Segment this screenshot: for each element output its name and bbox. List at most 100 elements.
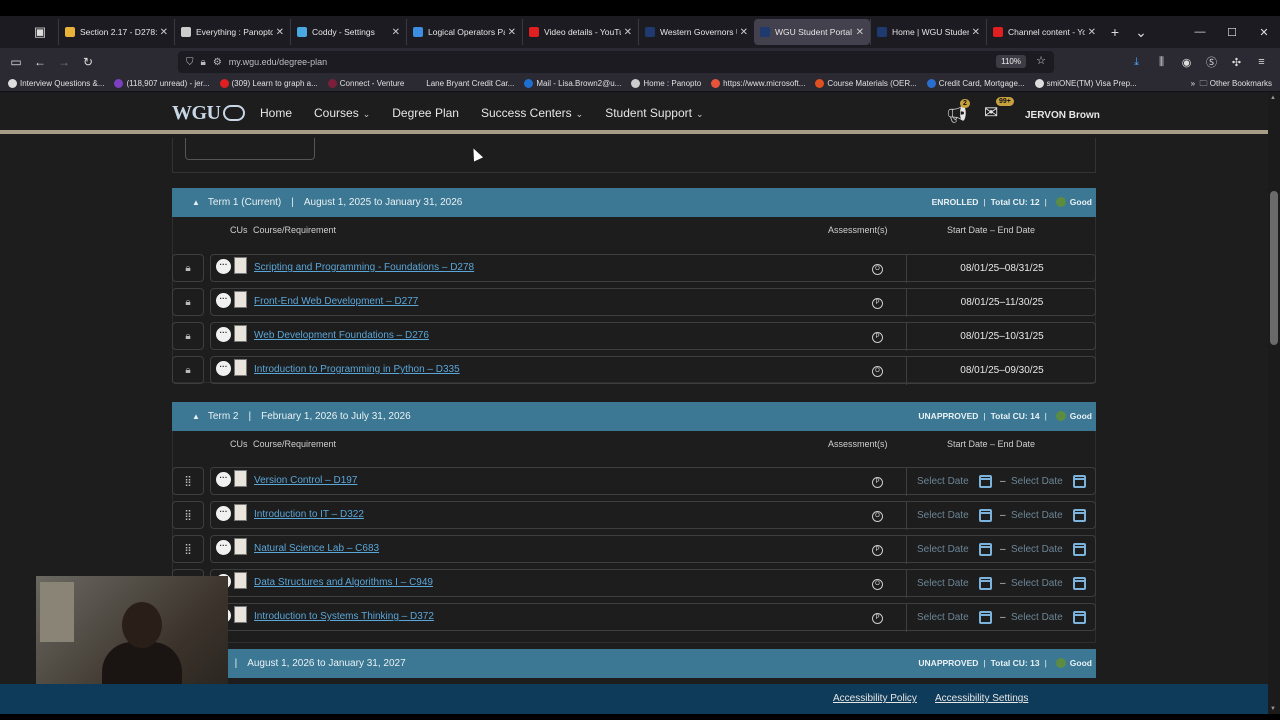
accessibility-settings-link[interactable]: Accessibility Settings [935, 693, 1028, 704]
permissions-icon[interactable]: ⚙︎ [213, 57, 222, 68]
bookmark-star-icon[interactable]: ☆ [1036, 54, 1046, 67]
term-header[interactable]: ▲ Term 1 (Current) | August 1, 2025 to J… [172, 188, 1096, 217]
more-icon[interactable]: ··· [216, 259, 231, 274]
address-bar[interactable]: ⛉ 🔒︎ ⚙︎ my.wgu.edu/degree-plan 110% ☆ [178, 51, 1054, 73]
bookmark-icon[interactable] [234, 538, 247, 555]
bookmark-item[interactable]: Course Materials (OER... [815, 79, 917, 88]
tab-close-icon[interactable]: ✕ [276, 27, 284, 38]
calendar-icon[interactable] [1073, 543, 1086, 556]
tab-close-icon[interactable]: ✕ [972, 27, 980, 38]
bookmark-item[interactable]: Connect - Venture [327, 79, 404, 88]
bookmark-item[interactable]: smiONE(TM) Visa Prep... [1034, 79, 1137, 88]
shield-icon[interactable]: ⛉ [186, 57, 194, 68]
more-icon[interactable]: ··· [216, 293, 231, 308]
bookmark-item[interactable]: Mail - Lisa.Brown2@u... [524, 79, 621, 88]
drag-handle-icon[interactable]: ⣿ [172, 535, 204, 563]
sidebar-toggle-icon[interactable]: ▭ [4, 55, 28, 69]
collapse-caret-icon[interactable]: ▲ [192, 412, 200, 421]
start-date-input[interactable]: Select Date [917, 570, 969, 597]
bookmark-icon[interactable] [234, 325, 247, 342]
browser-tab[interactable]: Home | WGU Student ✕ [870, 19, 986, 45]
course-link[interactable]: Introduction to IT – D322 [254, 509, 364, 520]
wgu-logo[interactable]: WGU [172, 102, 221, 125]
user-name[interactable]: JERVON Brown [1025, 110, 1100, 121]
more-icon[interactable]: ··· [216, 472, 231, 487]
nav-success-centers[interactable]: Success Centers ⌄ [481, 106, 583, 120]
back-icon[interactable]: ← [28, 55, 52, 69]
start-date-input[interactable]: Select Date [917, 604, 969, 631]
extension-s-icon[interactable]: Ⓢ [1199, 54, 1224, 70]
new-tab-icon[interactable]: + [1102, 24, 1128, 40]
url-text[interactable]: my.wgu.edu/degree-plan [229, 57, 327, 67]
browser-tab[interactable]: Video details - YouTu ✕ [522, 19, 638, 45]
bookmark-item[interactable]: https://www.microsoft... [711, 79, 805, 88]
course-link[interactable]: Data Structures and Algorithms I – C949 [254, 577, 433, 588]
forward-icon[interactable]: → [52, 55, 76, 69]
calendar-icon[interactable] [979, 509, 992, 522]
start-date-input[interactable]: Select Date [917, 536, 969, 563]
browser-tab[interactable]: Channel content - Yo ✕ [986, 19, 1102, 45]
accessibility-policy-link[interactable]: Accessibility Policy [833, 693, 917, 704]
mail-icon[interactable]: ✉︎ [984, 103, 998, 123]
course-link[interactable]: Scripting and Programming - Foundations … [254, 262, 474, 273]
term-header[interactable]: ▲ Term 2 | February 1, 2026 to July 31, … [172, 402, 1096, 431]
bookmark-icon[interactable] [234, 606, 247, 623]
start-date-input[interactable]: Select Date [917, 468, 969, 495]
drag-handle-icon[interactable]: ⣿ [172, 501, 204, 529]
more-icon[interactable]: ··· [216, 506, 231, 521]
bookmark-item[interactable]: Credit Card, Mortgage... [926, 79, 1025, 88]
tab-close-icon[interactable]: ✕ [856, 27, 864, 38]
megaphone-icon[interactable]: 📢︎ [946, 105, 968, 125]
more-icon[interactable]: ··· [216, 361, 231, 376]
course-link[interactable]: Version Control – D197 [254, 475, 357, 486]
calendar-icon[interactable] [979, 475, 992, 488]
course-link[interactable]: Introduction to Programming in Python – … [254, 364, 460, 375]
bookmark-item[interactable]: Interview Questions &... [8, 79, 104, 88]
bookmark-icon[interactable] [234, 504, 247, 521]
end-date-input[interactable]: Select Date [1011, 502, 1063, 529]
close-window-icon[interactable]: ✕ [1248, 26, 1280, 39]
nav-degree-plan[interactable]: Degree Plan [392, 106, 459, 120]
calendar-icon[interactable] [1073, 577, 1086, 590]
end-date-input[interactable]: Select Date [1011, 570, 1063, 597]
tab-close-icon[interactable]: ✕ [1088, 27, 1096, 38]
calendar-icon[interactable] [1073, 611, 1086, 624]
browser-tab[interactable]: Western Governors U ✕ [638, 19, 754, 45]
library-icon[interactable]: ⫼ [1149, 56, 1174, 69]
term-header[interactable]: ▲ m 3 | August 1, 2026 to January 31, 20… [172, 649, 1096, 678]
bookmark-item[interactable]: (309) Learn to graph a... [219, 79, 318, 88]
bookmark-icon[interactable] [234, 257, 247, 274]
minimize-icon[interactable]: — [1184, 26, 1216, 38]
nav-student-support[interactable]: Student Support ⌄ [605, 106, 703, 120]
scroll-down-icon[interactable]: ▼ [1270, 706, 1276, 712]
reload-icon[interactable]: ↻ [76, 55, 100, 69]
calendar-icon[interactable] [1073, 475, 1086, 488]
other-bookmarks[interactable]: » 🗀︎ Other Bookmarks [1191, 78, 1272, 92]
calendar-icon[interactable] [979, 543, 992, 556]
browser-tab[interactable]: Logical Operators Pa ✕ [406, 19, 522, 45]
course-link[interactable]: Front-End Web Development – D277 [254, 296, 418, 307]
course-link[interactable]: Natural Science Lab – C683 [254, 543, 379, 554]
calendar-icon[interactable] [979, 611, 992, 624]
tab-close-icon[interactable]: ✕ [624, 27, 632, 38]
tab-close-icon[interactable]: ✕ [392, 27, 400, 38]
bookmark-icon[interactable] [234, 572, 247, 589]
end-date-input[interactable]: Select Date [1011, 536, 1063, 563]
previous-section-button[interactable] [185, 138, 315, 160]
calendar-icon[interactable] [979, 577, 992, 590]
start-date-input[interactable]: Select Date [917, 502, 969, 529]
bookmark-item[interactable]: Lane Bryant Credit Car... [414, 79, 514, 88]
browser-tab[interactable]: Coddy - Settings ✕ [290, 19, 406, 45]
download-icon[interactable]: ⤓ [1124, 56, 1149, 69]
tab-close-icon[interactable]: ✕ [160, 27, 168, 38]
nav-home[interactable]: Home [260, 106, 292, 120]
tab-close-icon[interactable]: ✕ [508, 27, 516, 38]
page-scrollbar[interactable]: ▲ ▼ [1268, 93, 1280, 714]
end-date-input[interactable]: Select Date [1011, 604, 1063, 631]
tab-close-icon[interactable]: ✕ [740, 27, 748, 38]
zoom-level[interactable]: 110% [996, 55, 1026, 68]
bookmark-item[interactable]: (118,907 unread) - jer... [114, 79, 210, 88]
drag-handle-icon[interactable]: ⣿ [172, 467, 204, 495]
more-icon[interactable]: ··· [216, 540, 231, 555]
course-link[interactable]: Web Development Foundations – D276 [254, 330, 429, 341]
